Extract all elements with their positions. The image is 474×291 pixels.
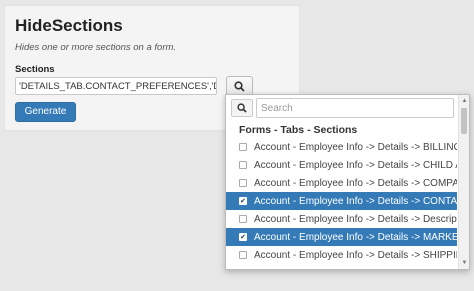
sections-dropdown: Forms - Tabs - Sections Account - Employ… <box>225 94 470 270</box>
list-item[interactable]: ✔ Account - Employee Info -> Details -> C… <box>226 192 457 210</box>
item-label: Account - Employee Info -> Details -> SH… <box>254 249 457 261</box>
list-item[interactable]: Account - Employee Info -> Details -> CO… <box>226 174 457 192</box>
scrollbar-thumb[interactable] <box>461 108 467 134</box>
item-checkbox[interactable] <box>239 179 247 187</box>
generate-button[interactable]: Generate <box>15 102 76 122</box>
item-checkbox[interactable]: ✔ <box>239 233 247 241</box>
item-checkbox[interactable] <box>239 161 247 169</box>
group-header: Forms - Tabs - Sections <box>239 124 358 136</box>
scroll-up-arrow-icon[interactable]: ▲ <box>460 96 469 106</box>
scroll-down-arrow-icon[interactable]: ▼ <box>460 258 469 268</box>
dropdown-scrollbar[interactable]: ▲ ▼ <box>458 95 469 269</box>
list-item[interactable]: Account - Employee Info -> Details -> CH… <box>226 156 457 174</box>
search-icon <box>237 103 247 113</box>
item-label: Account - Employee Info -> Details -> De… <box>254 213 457 225</box>
dropdown-search-button[interactable] <box>231 99 253 117</box>
panel-description: Hides one or more sections on a form. <box>15 42 177 53</box>
sections-label: Sections <box>15 64 55 75</box>
panel-title: HideSections <box>15 16 123 35</box>
item-label: Account - Employee Info -> Details -> MA… <box>254 231 457 243</box>
list-item[interactable]: Account - Employee Info -> Details -> SH… <box>226 246 457 264</box>
item-label: Account - Employee Info -> Details -> BI… <box>254 141 457 153</box>
item-label: Account - Employee Info -> Details -> CO… <box>254 177 457 189</box>
item-checkbox[interactable]: ✔ <box>239 197 247 205</box>
dropdown-search-input[interactable] <box>256 98 454 118</box>
list-item[interactable]: Account - Employee Info -> Details -> De… <box>226 210 457 228</box>
item-label: Account - Employee Info -> Details -> CO… <box>254 195 457 207</box>
search-icon <box>234 81 245 92</box>
list-item[interactable]: ✔ Account - Employee Info -> Details -> M… <box>226 228 457 246</box>
item-checkbox[interactable] <box>239 251 247 259</box>
item-checkbox[interactable] <box>239 215 247 223</box>
sections-list: Account - Employee Info -> Details -> BI… <box>226 138 457 264</box>
list-item[interactable]: Account - Employee Info -> Details -> BI… <box>226 138 457 156</box>
item-label: Account - Employee Info -> Details -> CH… <box>254 159 457 171</box>
sections-input[interactable]: 'DETAILS_TAB.CONTACT_PREFERENCES','DETAI… <box>15 77 217 95</box>
item-checkbox[interactable] <box>239 143 247 151</box>
